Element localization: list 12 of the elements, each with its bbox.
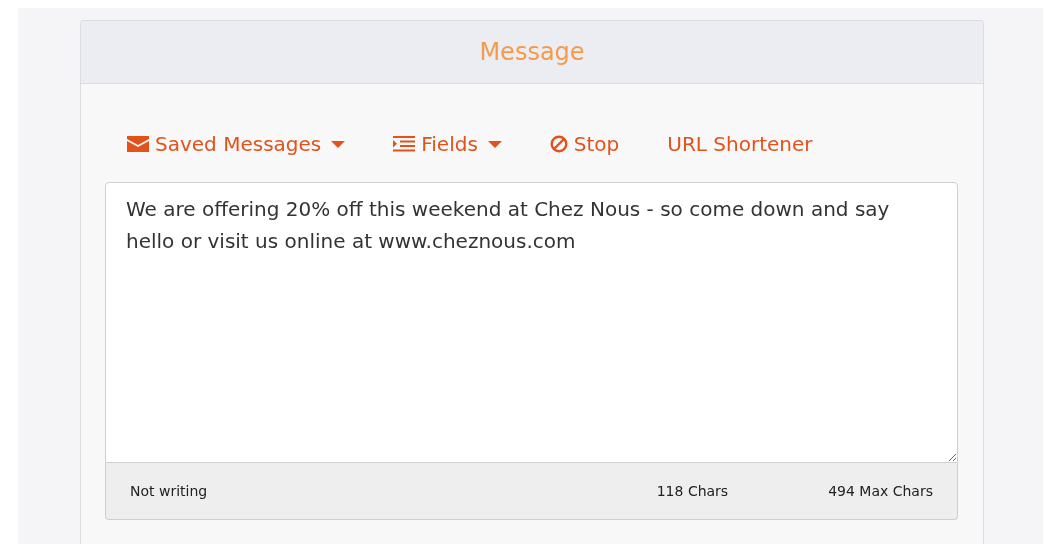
char-count: 118 Chars (656, 483, 729, 499)
panel-title: Message (479, 38, 585, 66)
toolbar-button[interactable]: Stop (549, 132, 620, 156)
message-field[interactable]: We are offering 20% off this weekend at Chez Nous - so come down and say hello or visit us online at www.cheznous.com (105, 182, 958, 463)
list-icon (393, 136, 416, 152)
toolbar-button[interactable]: URL Shortener (667, 132, 813, 156)
toolbar-button[interactable]: Fields (393, 132, 502, 156)
max-chars: 494 Max Chars (828, 483, 933, 499)
toolbar-button[interactable]: Saved Messages (127, 132, 346, 156)
writing-status: Not writing (130, 483, 209, 499)
ban-icon (549, 135, 568, 153)
envelope-icon (127, 136, 149, 152)
